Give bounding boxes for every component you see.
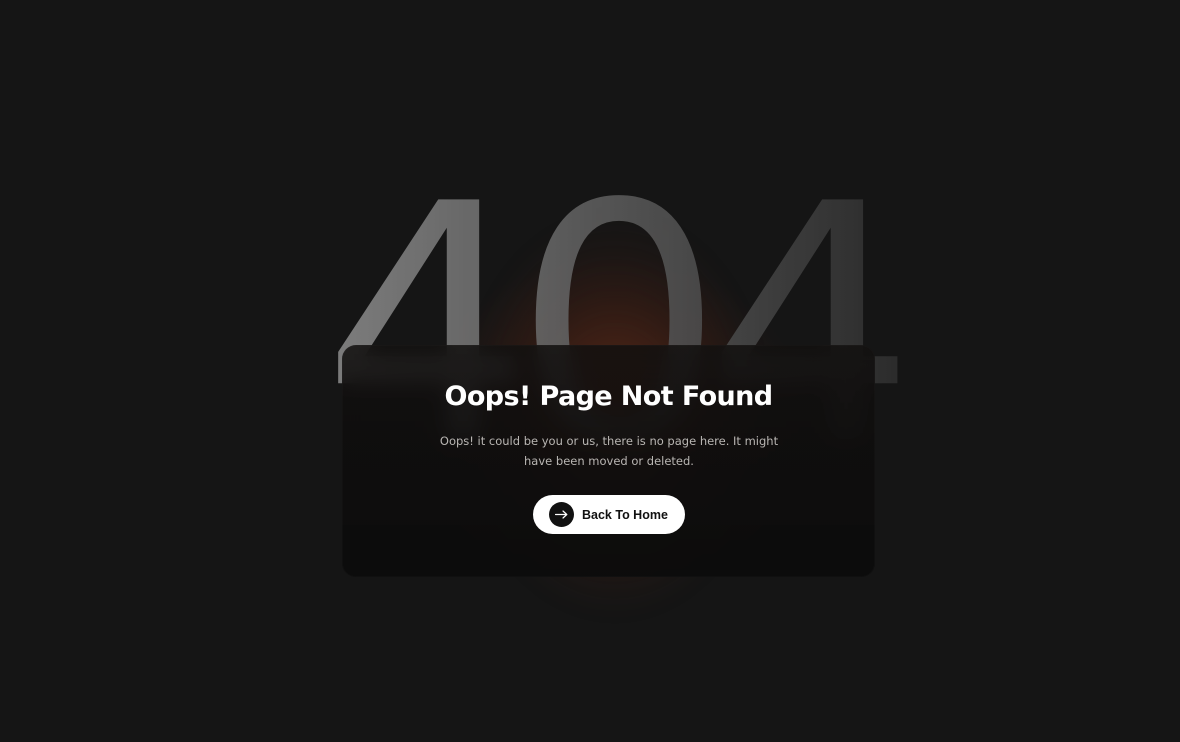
error-description: Oops! it could be you or us, there is no… <box>439 434 779 468</box>
back-to-home-button[interactable]: Back To Home <box>533 495 685 534</box>
arrow-right-icon <box>549 502 574 527</box>
back-to-home-label: Back To Home <box>582 507 668 522</box>
page-title: Oops! Page Not Found <box>444 381 773 412</box>
error-page: 404 Oops! Page Not Found Oops! it could … <box>0 0 1180 742</box>
error-card: Oops! Page Not Found Oops! it could be y… <box>342 345 875 577</box>
